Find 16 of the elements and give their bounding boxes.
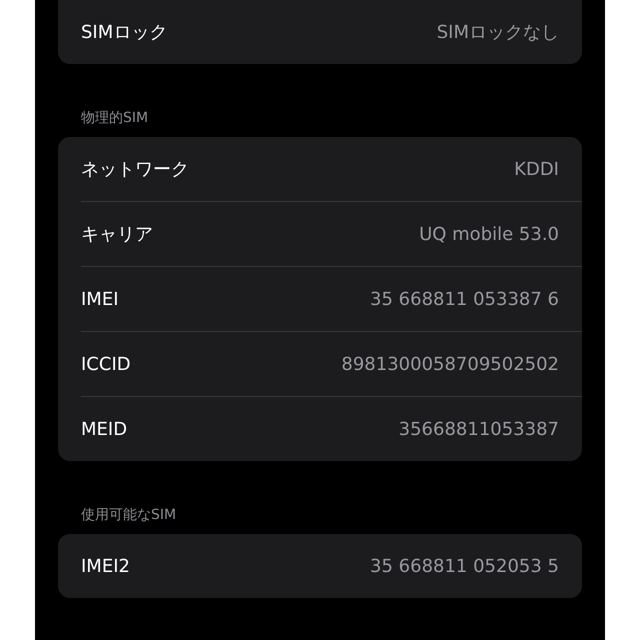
row-value: 35 668811 052053 5 [370, 556, 559, 576]
row-label: IMEI [81, 288, 119, 310]
row-label: ネットワーク [81, 158, 189, 181]
section-header: 使用可能なSIM [80, 506, 178, 525]
row-value: KDDI [514, 158, 559, 180]
row-value: UQ mobile 53.0 [419, 224, 559, 244]
row-label: キャリア [81, 223, 153, 246]
row-value: 35 668811 053387 6 [370, 288, 559, 310]
row-value: 8981300058709502502 [341, 354, 559, 374]
row-label: ICCID [81, 354, 131, 374]
row-label: IMEI2 [81, 556, 130, 576]
row-label: SIMロック [81, 21, 168, 44]
row-value: SIMロックなし [436, 21, 559, 44]
row-label: MEID [81, 418, 128, 440]
row-value: 35668811053387 [398, 418, 559, 440]
section-header: 物理的SIM [80, 109, 150, 128]
